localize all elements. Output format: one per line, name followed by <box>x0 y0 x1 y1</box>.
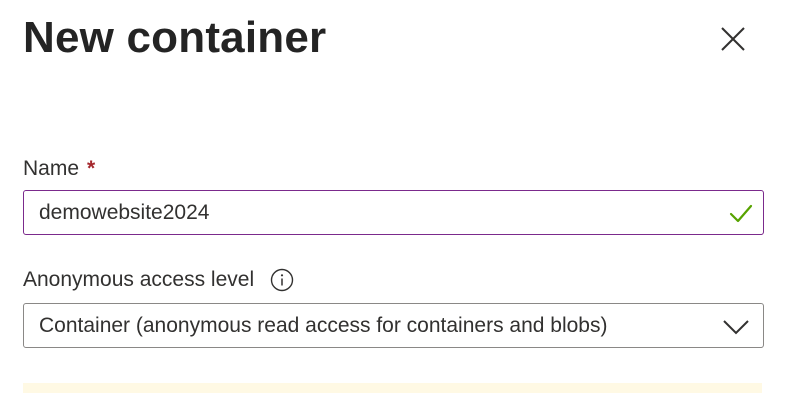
access-level-dropdown[interactable]: Container (anonymous read access for con… <box>23 303 764 348</box>
access-level-label: Anonymous access level <box>23 266 294 294</box>
name-label: Name * <box>23 155 95 183</box>
name-input[interactable] <box>24 191 704 234</box>
name-label-text: Name <box>23 157 80 180</box>
close-icon <box>721 27 745 51</box>
chevron-down-icon <box>723 320 749 335</box>
page-title: New container <box>23 13 327 62</box>
name-field[interactable] <box>23 190 764 235</box>
new-container-panel: New container Name * Anonymous access le… <box>0 0 795 393</box>
close-button[interactable] <box>712 18 754 60</box>
warning-message-bar <box>23 383 762 393</box>
checkmark-icon <box>729 204 753 223</box>
access-level-label-text: Anonymous access level <box>23 268 255 291</box>
info-icon[interactable] <box>270 268 294 292</box>
access-level-selected-value: Container (anonymous read access for con… <box>39 314 608 337</box>
required-marker: * <box>87 157 96 180</box>
